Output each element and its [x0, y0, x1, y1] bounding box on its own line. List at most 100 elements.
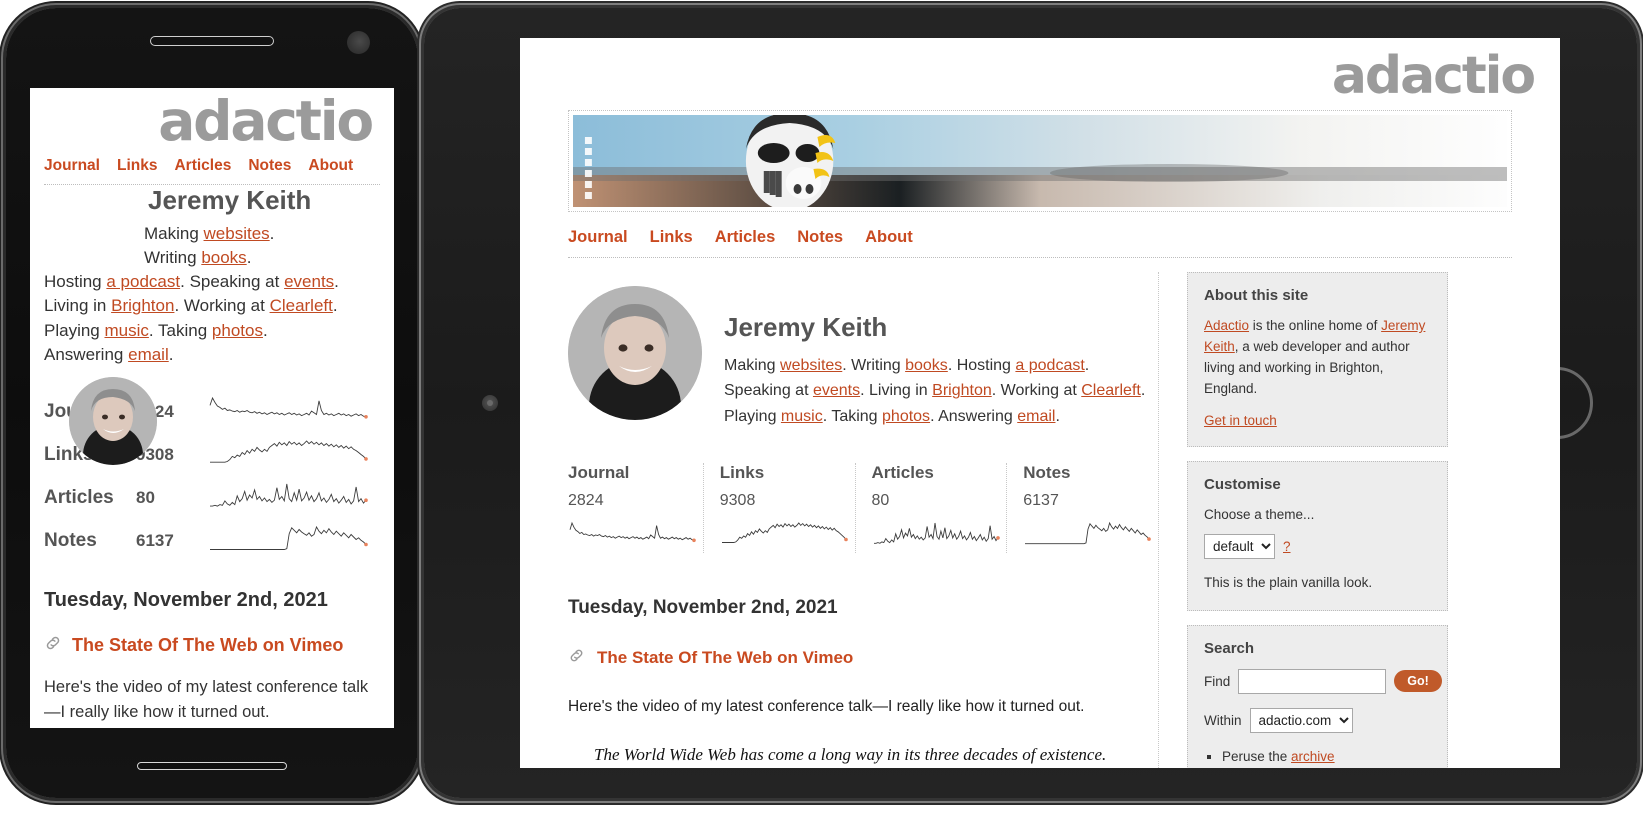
nav-item-journal[interactable]: Journal [568, 228, 628, 247]
bio-text: Working at [183, 296, 270, 316]
list-item: Peruse the archive [1222, 745, 1431, 768]
nav-link-journal[interactable]: Journal [44, 157, 100, 174]
entry-header: The State Of The Web on Vimeo [568, 647, 1158, 669]
nav-link-about[interactable]: About [865, 228, 913, 246]
table-row[interactable]: Articles 80 [44, 477, 380, 520]
nav-item-notes[interactable]: Notes [248, 157, 291, 175]
stat-column-links[interactable]: Links 9308 [702, 462, 855, 553]
avatar [69, 377, 157, 465]
nav-item-links[interactable]: Links [650, 228, 693, 247]
nav-link-links[interactable]: Links [650, 228, 693, 246]
archive-link[interactable]: archive [1291, 749, 1335, 764]
phone-front-camera-icon [347, 31, 370, 54]
nav-link-notes[interactable]: Notes [248, 157, 291, 174]
sparkline-notes [1023, 520, 1158, 553]
tablet-screen: adactio Journal Links Articles Notes Abo… [520, 38, 1560, 768]
table-row[interactable]: Notes 6137 [44, 520, 380, 563]
nav-item-journal[interactable]: Journal [44, 157, 100, 175]
get-in-touch-link[interactable]: Get in touch [1204, 413, 1277, 428]
customise-title: Customise [1204, 475, 1281, 493]
bio-link-photos[interactable]: photos [882, 408, 930, 425]
bio-link-email[interactable]: email [128, 345, 169, 364]
phone-home-indicator [137, 762, 287, 770]
nav-item-links[interactable]: Links [117, 157, 157, 175]
within-select[interactable]: adactio.com [1249, 707, 1353, 733]
site-logo[interactable]: adactio [520, 38, 1560, 102]
nav-link-articles[interactable]: Articles [715, 228, 776, 246]
profile-name: Jeremy Keith [148, 185, 312, 215]
bio-link-brighton[interactable]: Brighton [111, 296, 174, 315]
tablet-stats-row: Journal 2824 Links 9308 Articles 80 Note… [568, 462, 1158, 553]
permalink-icon[interactable] [568, 647, 585, 669]
search-input[interactable] [1238, 668, 1387, 694]
bio-text: Answering [44, 344, 129, 364]
stat-column-notes[interactable]: Notes 6137 [1006, 462, 1158, 553]
nav-item-notes[interactable]: Notes [797, 228, 843, 247]
bio-link-books[interactable]: books [201, 248, 246, 267]
nav-link-journal[interactable]: Journal [568, 228, 628, 246]
profile-bio: Making websites. Writing books. Hosting … [724, 357, 1146, 425]
bio-link-email[interactable]: email [1017, 408, 1055, 425]
search-within-row: Within adactio.com [1204, 707, 1431, 733]
bio-text: Making [144, 224, 204, 243]
nav-link-articles[interactable]: Articles [174, 157, 231, 174]
bio-text: Playing [724, 407, 781, 425]
site-logo[interactable]: adactio [44, 88, 380, 149]
bio-link-clearleft[interactable]: Clearleft [270, 296, 333, 315]
bio-link-websites[interactable]: websites [204, 224, 270, 243]
theme-description: This is the plain vanilla look. [1204, 574, 1373, 590]
sparkline-articles [872, 520, 1007, 553]
avatar [568, 286, 702, 420]
stat-label-journal: Journal [568, 462, 630, 482]
permalink-icon[interactable] [44, 634, 62, 657]
bio-text: Taking [158, 320, 212, 340]
choose-theme-label: Choose a theme... [1204, 506, 1315, 522]
bio-link-podcast[interactable]: a podcast [106, 272, 180, 291]
sparkline-journal [208, 391, 380, 434]
stat-column-articles[interactable]: Articles 80 [854, 462, 1007, 553]
about-link-adactio[interactable]: Adactio [1204, 318, 1249, 333]
stat-label-notes: Notes [44, 530, 97, 552]
banner-image-stormtrooper [573, 115, 1507, 207]
theme-help-link[interactable]: ? [1283, 539, 1291, 554]
nav-item-articles[interactable]: Articles [174, 157, 231, 175]
search-go-button[interactable]: Go! [1394, 670, 1442, 693]
stat-value-links: 9308 [719, 491, 756, 509]
nav-link-notes[interactable]: Notes [797, 228, 843, 246]
about-text-middle: is the online home of [1249, 318, 1382, 333]
nav-item-about[interactable]: About [308, 157, 353, 175]
search-shortcut-list: Peruse the archive Browse the tags [1222, 745, 1431, 768]
archive-prefix: Peruse the [1222, 748, 1292, 764]
entry-intro: Here's the video of my latest conference… [44, 677, 369, 721]
nav-link-links[interactable]: Links [117, 157, 157, 174]
phone-device: adactio Journal Links Articles Notes Abo… [6, 8, 418, 798]
nav-item-articles[interactable]: Articles [715, 228, 776, 247]
bio-text: Speaking at [189, 272, 285, 292]
stat-label-notes: Notes [1023, 462, 1071, 482]
search-title: Search [1204, 639, 1255, 657]
sidebar: About this site Adactio is the online ho… [1158, 272, 1448, 768]
stat-column-journal[interactable]: Journal 2824 [568, 463, 703, 553]
bio-link-music[interactable]: music [104, 321, 148, 340]
bio-link-books[interactable]: books [905, 357, 948, 374]
bio-text: Writing [851, 357, 906, 374]
bio-link-clearleft[interactable]: Clearleft [1081, 382, 1141, 399]
entry-title[interactable]: The State Of The Web on Vimeo [72, 635, 343, 656]
tablet-front-camera-icon [482, 395, 498, 411]
bio-link-events[interactable]: events [813, 382, 860, 399]
bio-link-events[interactable]: events [284, 272, 334, 291]
tablet-main-nav: Journal Links Articles Notes About [568, 228, 1560, 247]
bio-link-music[interactable]: music [781, 408, 823, 425]
entry-title[interactable]: The State Of The Web on Vimeo [597, 648, 853, 668]
bio-link-brighton[interactable]: Brighton [932, 382, 992, 399]
theme-select[interactable]: default [1204, 533, 1275, 559]
sidebar-box-search: Search Find Go! Within adactio.com ▪ Per… [1187, 624, 1448, 768]
entry-blockquote: The World Wide Web has come a long way i… [594, 745, 1107, 765]
bio-link-podcast[interactable]: a podcast [1015, 357, 1084, 374]
nav-link-about[interactable]: About [308, 157, 353, 174]
sidebar-box-customise: Customise Choose a theme... default ? Th… [1187, 460, 1448, 611]
bio-link-photos[interactable]: photos [212, 321, 263, 340]
bio-link-websites[interactable]: websites [780, 357, 842, 374]
stat-value-notes: 6137 [1023, 491, 1059, 509]
nav-item-about[interactable]: About [865, 228, 913, 247]
